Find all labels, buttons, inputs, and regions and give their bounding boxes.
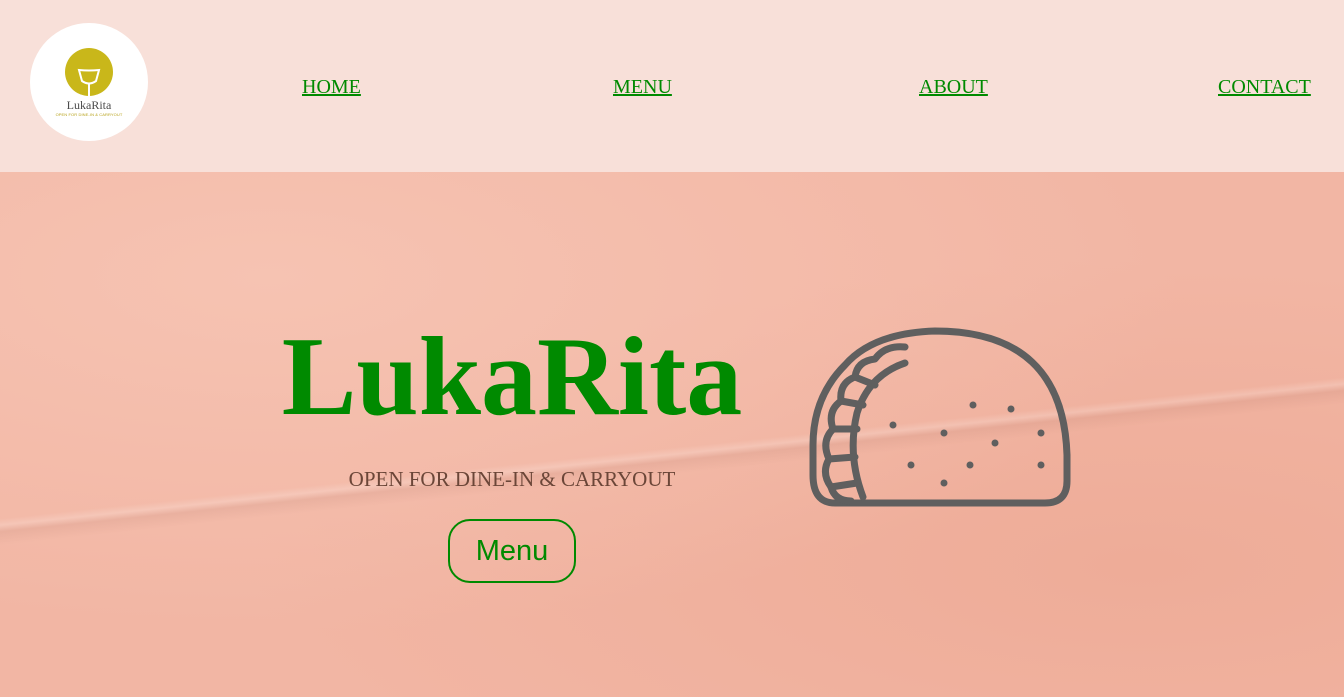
nav-link-contact[interactable]: CONTACT: [1218, 75, 1311, 99]
logo-name: LukaRita: [66, 98, 112, 112]
taco-icon: [809, 327, 1071, 507]
hero-title: LukaRita: [281, 315, 743, 439]
site-header: LukaRita OPEN FOR DINE-IN & CARRYOUT HOM…: [0, 0, 1344, 172]
hero-section: LukaRita OPEN FOR DINE-IN & CARRYOUT Men…: [0, 172, 1344, 697]
logo[interactable]: LukaRita OPEN FOR DINE-IN & CARRYOUT: [30, 23, 148, 141]
nav-link-home[interactable]: HOME: [302, 75, 361, 99]
logo-tagline: OPEN FOR DINE-IN & CARRYOUT: [55, 112, 123, 117]
nav-link-menu[interactable]: MENU: [613, 75, 672, 99]
hero-subtitle: OPEN FOR DINE-IN & CARRYOUT: [348, 467, 676, 491]
nav-link-about[interactable]: ABOUT: [919, 75, 988, 99]
margarita-glass-icon: [65, 48, 113, 98]
menu-button[interactable]: Menu: [448, 519, 576, 583]
